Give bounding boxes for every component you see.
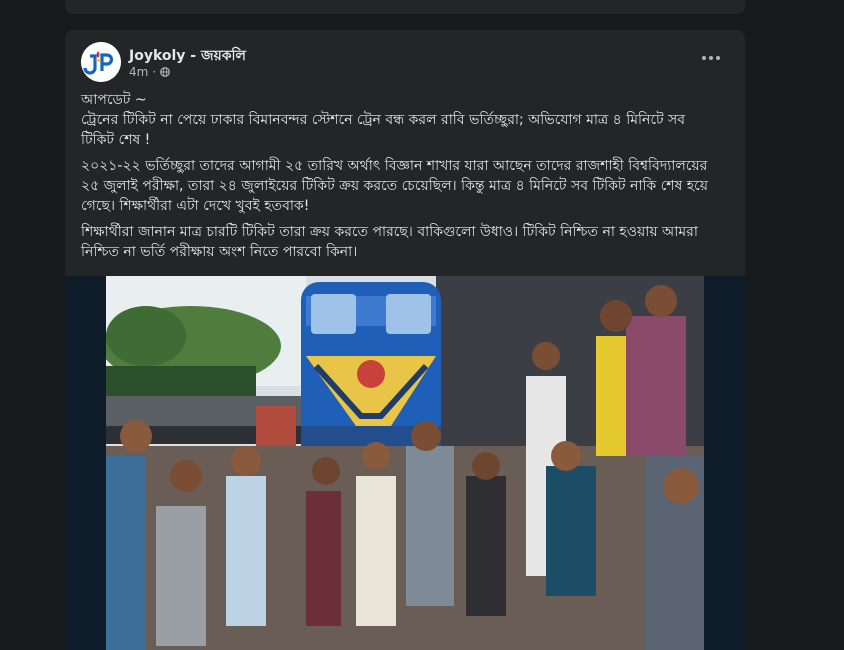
post-meta: 4m · (129, 65, 171, 79)
previous-post-card (65, 0, 745, 14)
more-options-button[interactable] (695, 48, 727, 68)
feed-post: Joykoly - জয়কলি 4m · আপডেট ~ ট্রেনের টি… (65, 30, 745, 650)
post-photo[interactable] (106, 276, 704, 650)
post-headline: ট্রেনের টিকিট না পেয়ে ঢাকার বিমানবন্দর … (81, 112, 686, 148)
joykoly-logo-icon (81, 42, 121, 82)
meta-separator: · (152, 65, 157, 79)
post-paragraph-1: ২০২১-২২ ভর্তিচ্ছুরা তাদের আগামী ২৫ তারিখ… (81, 158, 708, 214)
more-options-icon (702, 56, 706, 60)
globe-icon (160, 67, 171, 77)
update-label: আপডেট ~ (81, 92, 147, 108)
author-avatar[interactable] (81, 42, 121, 82)
post-photo-frame[interactable] (65, 276, 745, 650)
post-paragraph-2: শিক্ষার্থীরা জানান মাত্র চারটি টিকিট তার… (81, 224, 698, 260)
post-body: আপডেট ~ ট্রেনের টিকিট না পেয়ে ঢাকার বিম… (81, 90, 721, 268)
post-time[interactable]: 4m (129, 65, 148, 79)
